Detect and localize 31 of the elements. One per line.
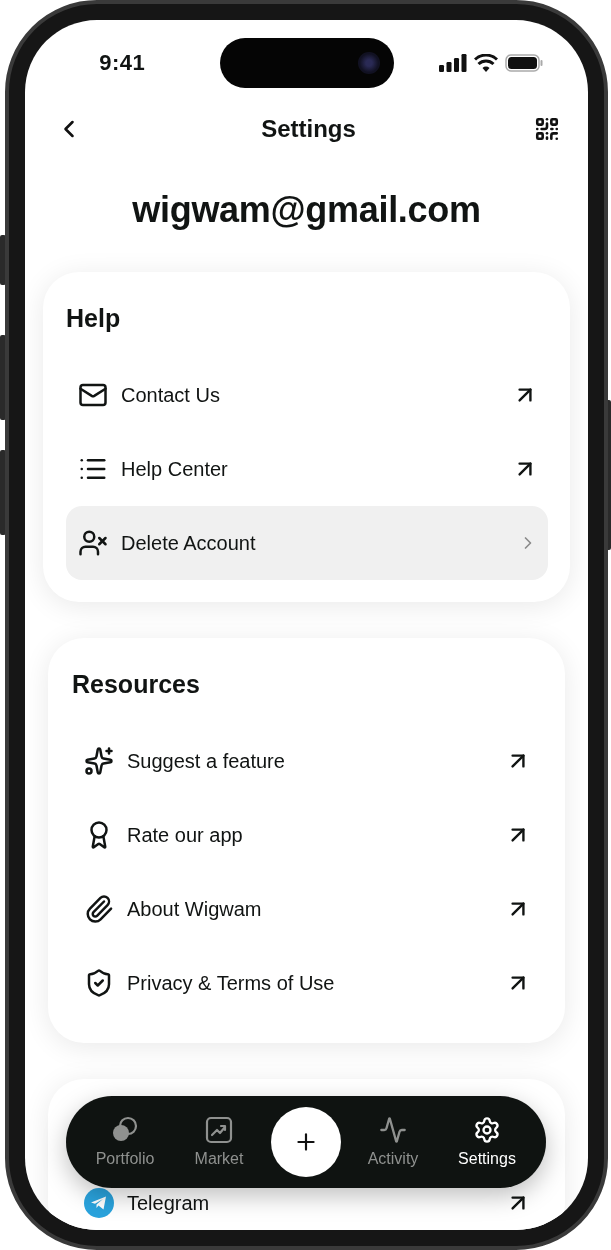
status-time: 9:41: [99, 50, 146, 76]
account-email: wigwam@gmail.com: [131, 190, 482, 230]
camera-icon: [357, 52, 380, 74]
signal-icon: [438, 54, 467, 72]
section-title: Help: [66, 303, 122, 334]
settings-row[interactable]: Help Center: [66, 432, 548, 506]
settings-row[interactable]: Privacy & Terms of Use: [72, 946, 541, 1020]
paperclip-icon: [84, 894, 114, 924]
settings-row[interactable]: About Wigwam: [72, 872, 541, 946]
page-title: Settings: [261, 115, 356, 143]
chart-square-icon: [205, 1116, 233, 1144]
tab-bar-item[interactable]: Settings: [445, 1116, 529, 1168]
pulse-icon: [379, 1116, 407, 1144]
qr-code-button[interactable]: [534, 116, 560, 142]
settings-row[interactable]: Delete Account: [66, 506, 548, 580]
settings-row[interactable]: Rate our app: [72, 798, 541, 872]
section-title: Resources: [72, 669, 201, 700]
tab-bar-item[interactable]: Portfolio: [83, 1116, 167, 1168]
paper-plane-icon: [84, 1188, 114, 1218]
battery-icon: [504, 54, 543, 72]
user-remove-icon: [78, 528, 108, 558]
settings-row[interactable]: Suggest a feature: [72, 724, 541, 798]
tab-bar-item[interactable]: Activity: [351, 1116, 435, 1168]
tab-bar-item[interactable]: Market: [177, 1116, 261, 1168]
overlapping-circles-icon: [111, 1116, 139, 1144]
sparkles-icon: [84, 746, 114, 776]
qr-code-icon: [534, 116, 560, 142]
wifi-icon: [473, 54, 498, 72]
settings-icon: [473, 1116, 501, 1144]
settings-row[interactable]: Contact Us: [66, 358, 548, 432]
settings-row[interactable]: Telegram: [72, 1189, 541, 1217]
